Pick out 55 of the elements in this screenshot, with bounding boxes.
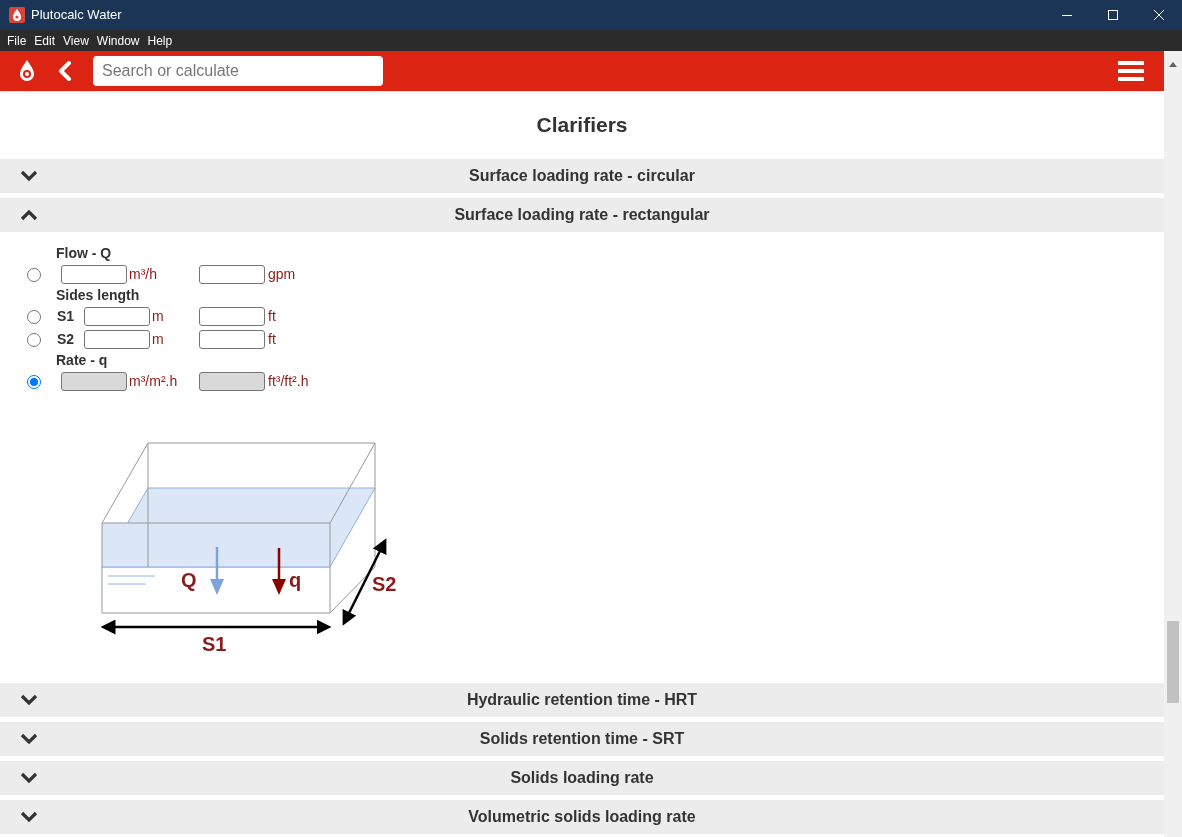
rate-arrow [272, 548, 286, 595]
diagram-label: Q [181, 569, 197, 591]
symbol-label: S2 [56, 330, 76, 349]
window-title: Plutocalc Water [31, 6, 122, 25]
menu-icon[interactable] [1118, 61, 1144, 81]
accordion-header[interactable]: Volumetric solids loading rate [0, 800, 1164, 834]
menu-item[interactable]: Help [143, 31, 177, 50]
app-icon [9, 7, 25, 23]
chevron-down-icon [20, 170, 38, 182]
number-field[interactable] [199, 330, 265, 349]
menu-item[interactable]: Edit [30, 31, 60, 50]
number-field[interactable] [199, 265, 265, 284]
chevron-up-icon [20, 209, 38, 221]
scrollbar-thumb[interactable] [1167, 621, 1179, 703]
number-field[interactable] [84, 307, 150, 326]
back-icon[interactable] [58, 61, 72, 81]
field-label: Flow - Q [56, 244, 112, 263]
chevron-down-icon [20, 733, 38, 745]
accordion-header[interactable]: Surface loading rate - rectangular [0, 198, 1164, 232]
menu-item[interactable]: Window [92, 31, 144, 50]
field-label: Sides length [56, 286, 140, 305]
unit-label: m [152, 330, 164, 349]
accordion-header[interactable]: Solids retention time - SRT [0, 722, 1164, 756]
menu-item[interactable]: View [59, 31, 93, 50]
search-field[interactable]: Search or calculate [93, 56, 383, 86]
diagram-label: q [289, 569, 302, 591]
diagram-label: S2 [372, 573, 397, 595]
chevron-down-icon [20, 772, 38, 784]
symbol-label: S1 [56, 307, 76, 326]
field-label: Rate - q [56, 351, 108, 370]
accordion-header[interactable]: Hydraulic retention time - HRT [0, 683, 1164, 717]
unit-label: gpm [268, 265, 296, 284]
chevron-down-icon [20, 694, 38, 706]
flow-arrow [210, 547, 224, 595]
drop-gear-icon[interactable] [17, 59, 37, 83]
number-field[interactable] [61, 265, 127, 284]
menu-item[interactable]: File [3, 31, 31, 50]
diagram-label: S1 [202, 633, 227, 655]
page-title: Clarifiers [536, 112, 628, 139]
minimize-icon [1062, 14, 1072, 16]
unit-label: m³/h [129, 265, 157, 284]
number-field[interactable] [199, 307, 265, 326]
close-icon [1154, 10, 1164, 20]
maximize-icon [1108, 10, 1118, 20]
number-field[interactable] [84, 330, 150, 349]
unit-label: ft³/ft².h [268, 372, 309, 391]
accordion-header[interactable]: Surface loading rate - circular [0, 159, 1164, 193]
scrollbar[interactable] [1164, 51, 1182, 837]
unit-label: m [152, 307, 164, 326]
unit-label: m³/m².h [129, 372, 178, 391]
chevron-down-icon [20, 811, 38, 823]
accordion-header[interactable]: Solids loading rate [0, 761, 1164, 795]
scroll-up-icon[interactable] [1169, 62, 1177, 67]
unit-label: ft [268, 307, 276, 326]
unit-label: ft [268, 330, 276, 349]
